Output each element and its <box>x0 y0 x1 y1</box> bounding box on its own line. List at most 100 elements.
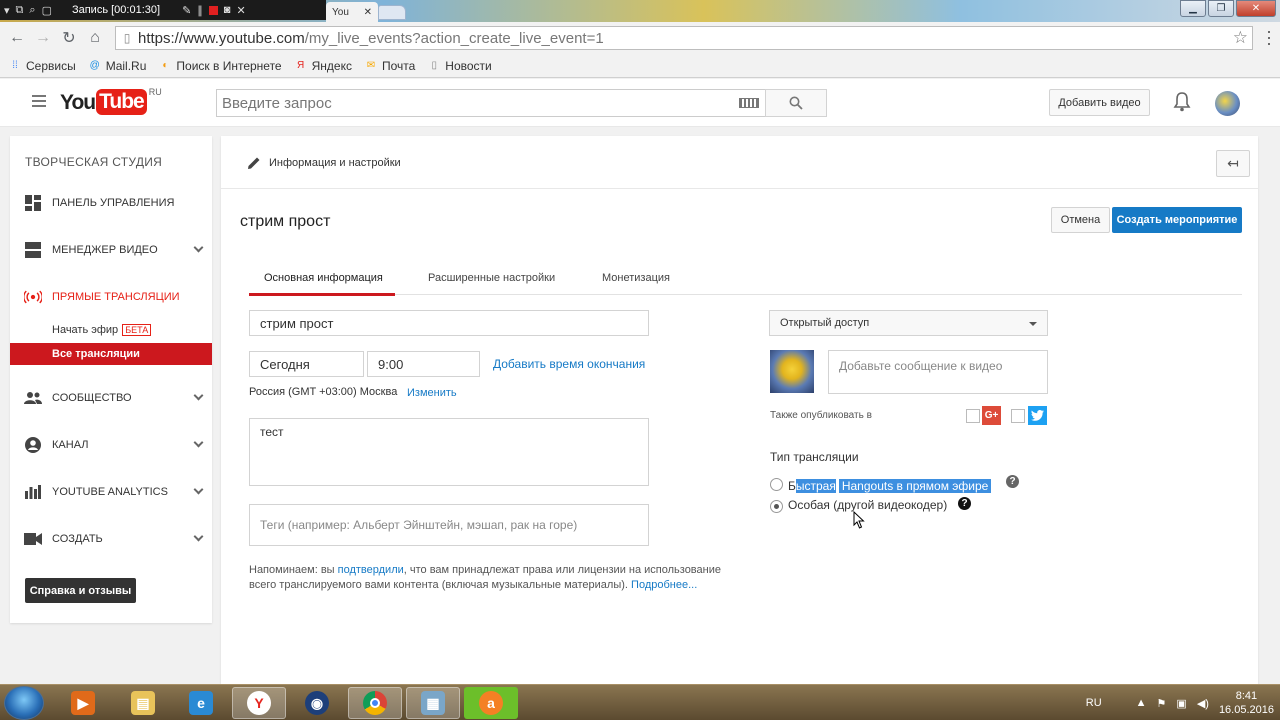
chevron-down-icon[interactable] <box>193 242 204 253</box>
stream-type-custom-label[interactable]: Особая (другой видеокодер) <box>788 498 947 512</box>
taskbar-app-blue[interactable]: ◉ <box>290 687 344 719</box>
bookmark-item[interactable]: ⁞⁞ Сервисы <box>8 59 76 73</box>
sidebar-item-dashboard[interactable]: ПАНЕЛЬ УПРАВЛЕНИЯ <box>24 193 204 213</box>
search-input[interactable] <box>217 90 739 116</box>
twitter-checkbox[interactable] <box>1011 409 1025 423</box>
rights-notice: Напоминаем: вы подтвердили, что вам прин… <box>249 563 749 593</box>
sidebar-item-create[interactable]: СОЗДАТЬ <box>24 529 204 549</box>
restore-icon[interactable]: ❐ <box>1208 0 1234 17</box>
tray-expand-icon[interactable]: ▲ <box>1136 697 1147 709</box>
recorder-title: Запись [00:01:30] <box>71 4 161 16</box>
date-input[interactable]: Сегодня <box>249 351 364 377</box>
tags-input[interactable]: Теги (например: Альберт Эйнштейн, мэшап,… <box>249 504 649 546</box>
home-icon[interactable]: ⌂ <box>82 29 108 47</box>
bookmark-item[interactable]: Я Яндекс <box>294 59 352 73</box>
pause-icon[interactable]: ∥ <box>197 4 203 17</box>
reload-icon[interactable]: ↻ <box>56 28 82 48</box>
taskbar-media-player[interactable]: ▶ <box>56 687 110 719</box>
time-input[interactable]: 9:00 <box>367 351 480 377</box>
browser-menu-icon[interactable]: · · · <box>1266 22 1272 52</box>
cancel-button[interactable]: Отмена <box>1051 207 1110 233</box>
youtube-logo[interactable]: You Tube RU <box>60 87 162 117</box>
bookmark-item[interactable]: @ Mail.Ru <box>88 59 147 73</box>
taskbar-chrome[interactable] <box>348 687 402 719</box>
recorder-menu-icon[interactable]: ▾ <box>4 4 10 17</box>
taskbar-internet-explorer[interactable]: e <box>174 687 228 719</box>
create-event-button[interactable]: Создать мероприятие <box>1112 207 1242 233</box>
stream-type-quick-radio[interactable] <box>770 478 783 491</box>
quick-help-icon[interactable]: ? <box>1006 475 1019 488</box>
return-button[interactable]: ↤ <box>1216 150 1250 177</box>
share-message-textarea[interactable]: Добавьте сообщение к видео <box>828 350 1048 394</box>
bookmark-item[interactable]: ▯ Новости <box>427 59 492 73</box>
new-tab-button[interactable] <box>378 5 406 20</box>
title-input[interactable]: стрим прост <box>249 310 649 336</box>
bookmark-star-icon[interactable]: ☆ <box>1233 28 1248 48</box>
notifications-bell-icon[interactable] <box>1173 92 1193 114</box>
stop-icon[interactable] <box>208 5 218 15</box>
description-textarea[interactable]: тест <box>249 418 649 486</box>
url-host: https://www.youtube.com <box>138 29 305 47</box>
flag-icon[interactable]: ⚑ <box>1157 697 1167 710</box>
recorder-window-icon[interactable]: ⧉ <box>16 4 24 17</box>
network-icon[interactable]: ▣ <box>1176 697 1186 710</box>
timezone-change-link[interactable]: Изменить <box>407 387 457 399</box>
chevron-down-icon[interactable] <box>193 390 204 401</box>
language-indicator[interactable]: RU <box>1086 697 1102 709</box>
search-button[interactable] <box>765 89 827 117</box>
window-close-icon[interactable]: ✕ <box>1236 0 1276 17</box>
bookmark-item[interactable]: ◐ Поиск в Интернете <box>158 59 281 73</box>
sidebar-item-video-manager[interactable]: МЕНЕДЖЕР ВИДЕО <box>24 240 204 260</box>
tab-advanced-settings[interactable]: Расширенные настройки <box>428 272 555 284</box>
sidebar-item-channel[interactable]: КАНАЛ <box>24 435 204 455</box>
browser-tab[interactable]: You ✕ <box>326 2 378 22</box>
avast-icon: a <box>479 691 503 715</box>
taskbar-control-panel[interactable]: ▦ <box>406 687 460 719</box>
recorder-region-icon[interactable]: ▢ <box>42 4 52 17</box>
sidebar-sub-start-stream[interactable]: Начать эфир БЕТА <box>52 324 152 336</box>
chevron-down-icon[interactable] <box>193 484 204 495</box>
stream-type-custom-radio[interactable] <box>770 500 783 513</box>
pen-icon[interactable]: ✎ <box>182 4 191 17</box>
keyboard-icon[interactable] <box>739 98 759 108</box>
custom-help-icon[interactable]: ? <box>958 497 971 510</box>
camera-icon[interactable]: ◙ <box>224 4 231 16</box>
tab-close-icon[interactable]: ✕ <box>364 7 372 18</box>
minimize-icon[interactable]: ▁ <box>1180 0 1206 17</box>
internet-explorer-icon: e <box>189 691 213 715</box>
mouse-cursor-icon <box>853 511 865 529</box>
return-arrow-icon: ↤ <box>1227 155 1239 171</box>
volume-icon[interactable]: ◀) <box>1197 697 1209 710</box>
chevron-down-icon[interactable] <box>193 437 204 448</box>
sidebar-item-community[interactable]: СООБЩЕСТВО <box>24 388 204 408</box>
clock[interactable]: 8:41 16.05.2016 <box>1219 689 1274 717</box>
chevron-down-icon[interactable] <box>193 531 204 542</box>
back-arrow-icon[interactable]: ← <box>4 29 30 47</box>
upload-video-button[interactable]: Добавить видео <box>1049 89 1150 116</box>
forward-arrow-icon[interactable]: → <box>30 29 56 47</box>
sidebar-sub-all-streams[interactable]: Все трансляции <box>10 343 212 365</box>
logo-tube: Tube <box>96 89 147 115</box>
stream-type-quick-label[interactable]: Быстрая Hangouts в прямом эфире <box>788 477 992 495</box>
gplus-checkbox[interactable] <box>966 409 980 423</box>
sidebar-item-analytics[interactable]: YOUTUBE ANALYTICS <box>24 482 204 502</box>
recorder-zoom-icon[interactable]: ⌕ <box>29 4 35 17</box>
recorder-close-icon[interactable]: ✕ <box>236 4 245 17</box>
youtube-header: You Tube RU Добавить видео <box>0 79 1280 127</box>
address-bar[interactable]: ▯ https://www.youtube.com/my_live_events… <box>115 26 1253 50</box>
learn-more-link[interactable]: Подробнее... <box>631 579 697 591</box>
help-feedback-button[interactable]: Справка и отзывы <box>25 578 136 603</box>
taskbar-yandex[interactable]: Y <box>232 687 286 719</box>
add-end-time-link[interactable]: Добавить время окончания <box>493 357 645 371</box>
privacy-select[interactable]: Открытый доступ <box>769 310 1048 336</box>
taskbar-explorer[interactable]: ▤ <box>116 687 170 719</box>
notice-confirmed-link[interactable]: подтвердили <box>338 564 404 576</box>
sidebar-item-live[interactable]: ПРЯМЫЕ ТРАНСЛЯЦИИ <box>24 287 204 307</box>
bookmark-item[interactable]: ✉ Почта <box>364 59 416 73</box>
taskbar-avast[interactable]: a <box>464 687 518 719</box>
tab-monetization[interactable]: Монетизация <box>602 272 670 284</box>
tab-basic-info[interactable]: Основная информация <box>264 272 383 284</box>
account-avatar[interactable] <box>1215 91 1240 116</box>
start-button[interactable] <box>4 686 44 720</box>
guide-menu-icon[interactable] <box>32 95 46 110</box>
